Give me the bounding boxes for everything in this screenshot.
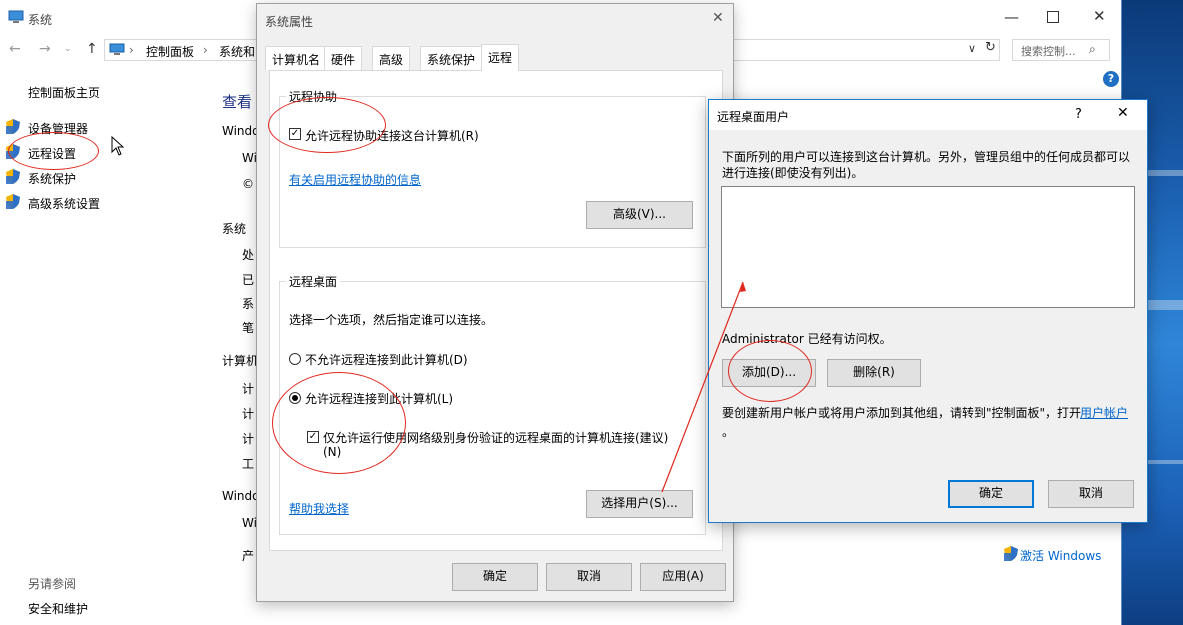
ok-button[interactable]: 确定 [452,563,538,591]
tab-system-protection[interactable]: 系统保护 [420,46,483,70]
section-activation: Windo [222,489,260,503]
minimize-icon[interactable]: — [1004,8,1019,26]
chevron-down-icon[interactable]: ⌄ [64,44,72,54]
group-label: 远程协助 [286,88,341,105]
help-icon[interactable]: ? [1103,71,1119,87]
cancel-button[interactable]: 取消 [1048,480,1134,508]
breadcrumb-item[interactable]: 控制面板 [146,43,194,60]
search-placeholder: 搜索控制... [1021,45,1076,58]
edition-value: Wi [242,151,257,165]
maximize-icon[interactable] [1047,11,1059,23]
tab-remote[interactable]: 远程 [481,44,520,71]
breadcrumb-separator: › [129,43,134,57]
shield-icon [1004,546,1018,564]
close-icon[interactable]: ✕ [1093,7,1106,25]
forward-arrow-icon[interactable]: → [39,41,51,57]
nla-checkbox[interactable]: ✓ [307,431,319,443]
select-users-button[interactable]: 选择用户(S)... [586,490,693,518]
chevron-down-icon[interactable]: ∨ [968,42,976,55]
breadcrumb-item[interactable]: 系统和 [219,43,255,60]
system-row: 处 [242,248,255,262]
group-label: 远程桌面 [286,273,341,290]
description-text: 下面所列的用户可以连接到这台计算机。另外，管理员组中的任何成员都可以 [722,150,1131,164]
help-icon[interactable]: ? [1075,107,1082,122]
remote-assistance-info-link[interactable]: 有关启用远程协助的信息 [289,171,421,188]
window-title: 系统 [28,13,53,27]
breadcrumb-separator: › [203,43,208,57]
system-row: 系 [242,297,255,311]
nav-item-system-protection[interactable]: 系统保护 [28,170,76,187]
page-title: 查看 [222,93,253,111]
create-account-note: 要创建新用户帐户或将用户添加到其他组，请转到"控制面板"，打开 [722,406,1082,420]
nav-item-remote-settings[interactable]: 远程设置 [28,145,76,162]
cancel-button[interactable]: 取消 [546,563,632,591]
security-maintenance-link[interactable]: 安全和维护 [28,600,88,617]
user-accounts-link[interactable]: 用户帐户 [1080,404,1128,421]
dialog-title: 系统属性 [265,15,314,29]
system-properties-dialog: 系统属性 ✕ 计算机名 硬件 高级 系统保护 远程 远程协助 ✓ 允许远程协助连… [256,3,734,602]
remote-assistance-label[interactable]: 允许远程协助连接这台计算机(R) [305,127,479,144]
apply-button[interactable]: 应用(A) [640,563,726,591]
tab-computer-name[interactable]: 计算机名 [265,46,328,70]
mouse-cursor-icon [111,135,125,159]
computer-row: 工 [242,457,255,471]
activation-row: Wi [242,516,257,530]
deny-remote-radio[interactable] [289,353,301,365]
system-row: 已 [242,273,255,287]
advanced-button[interactable]: 高级(V)... [586,201,693,229]
add-user-button[interactable]: 添加(D)... [722,359,816,387]
search-input[interactable]: 搜索控制... ⌕ [1012,39,1110,61]
nla-label[interactable]: 仅允许运行使用网络级别身份验证的远程桌面的计算机连接(建议) [323,429,683,446]
computer-row: 计 [242,407,255,421]
computer-icon [8,10,24,27]
refresh-icon[interactable]: ↻ [985,40,996,55]
access-note: Administrator 已经有访问权。 [722,332,892,346]
computer-row: 计 [242,382,255,396]
dialog-titlebar: 远程桌面用户 ? ✕ [709,100,1147,130]
ok-button[interactable]: 确定 [948,480,1034,508]
activate-windows-link[interactable]: 激活 Windows [1020,547,1101,564]
shield-icon [6,144,20,162]
deny-remote-label[interactable]: 不允许远程连接到此计算机(D) [305,351,468,368]
close-icon[interactable]: ✕ [1117,105,1129,121]
remote-assistance-checkbox[interactable]: ✓ [289,128,301,140]
nla-label-accelerator[interactable]: (N) [323,445,341,459]
computer-row: 计 [242,432,255,446]
nav-item-advanced-system-settings[interactable]: 高级系统设置 [28,195,100,212]
user-list[interactable] [721,186,1135,308]
shield-icon [6,169,20,187]
see-also-heading: 另请参阅 [28,577,77,591]
close-icon[interactable]: ✕ [712,10,724,26]
copyright-value: © [242,177,254,191]
help-me-choose-link[interactable]: 帮助我选择 [289,500,349,517]
dialog-title: 远程桌面用户 [717,110,790,124]
back-arrow-icon[interactable]: ← [9,41,21,57]
system-row: 笔 [242,321,255,335]
section-system: 系统 [222,222,247,236]
search-icon: ⌕ [1089,42,1096,56]
description-text: 进行连接(即使没有列出)。 [722,166,864,180]
section-computer: 计算机 [222,354,259,368]
section-windows-edition: Windo [222,124,260,138]
control-panel-home-link[interactable]: 控制面板主页 [28,84,100,101]
remote-tab-panel: 远程协助 ✓ 允许远程协助连接这台计算机(R) 有关启用远程协助的信息 高级(V… [269,70,723,551]
allow-remote-label[interactable]: 允许远程连接到此计算机(L) [305,390,453,407]
tab-hardware[interactable]: 硬件 [324,46,363,70]
shield-icon [6,119,20,137]
activation-row: 产 [242,549,255,563]
allow-remote-radio[interactable] [289,392,301,404]
remove-user-button[interactable]: 删除(R) [827,359,921,387]
create-account-note-end: 。 [722,425,735,439]
tab-advanced[interactable]: 高级 [372,46,411,70]
shield-icon [6,194,20,212]
remote-desktop-users-dialog: 远程桌面用户 ? ✕ 下面所列的用户可以连接到这台计算机。另外，管理员组中的任何… [708,99,1148,523]
nav-item-device-manager[interactable]: 设备管理器 [28,120,88,137]
computer-icon [109,43,125,59]
remote-desktop-instruction: 选择一个选项，然后指定谁可以连接。 [289,313,494,327]
up-arrow-icon[interactable]: ↑ [86,41,98,57]
